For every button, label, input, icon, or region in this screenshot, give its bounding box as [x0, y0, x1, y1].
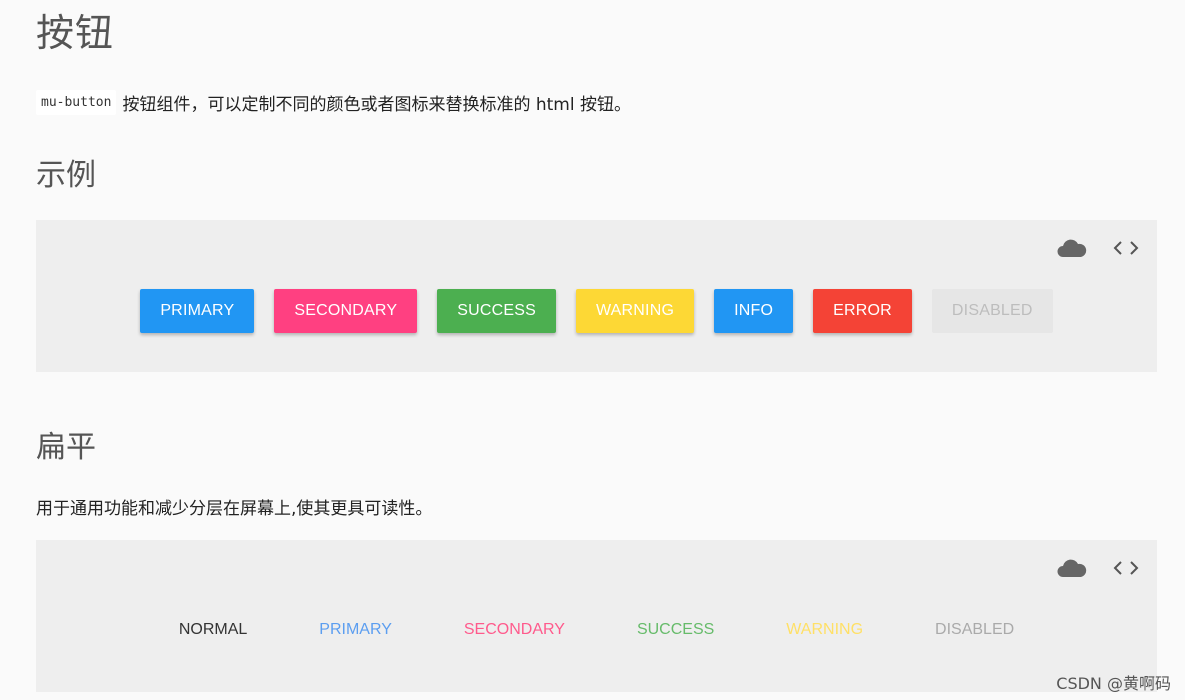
secondary-button[interactable]: SECONDARY [274, 289, 418, 333]
example-demo-box: PRIMARY SECONDARY SUCCESS WARNING INFO ERROR D… [36, 220, 1157, 372]
flat-disabled-button: DISABLED [919, 610, 1030, 650]
cloud-icon[interactable] [1057, 238, 1087, 258]
watermark: CSDN @黄啊码 [1056, 674, 1171, 693]
disabled-button: DISABLED [931, 289, 1053, 333]
docs-page: 按钮 mu-button 按钮组件，可以定制不同的颜色或者图标来替换标准的 ht… [0, 0, 1185, 700]
info-button[interactable]: INFO [714, 289, 794, 333]
flat-secondary-button[interactable]: SECONDARY [448, 610, 581, 650]
warning-button[interactable]: WARNING [575, 289, 695, 333]
cloud-icon[interactable] [1057, 558, 1087, 578]
intro-paragraph: mu-button 按钮组件，可以定制不同的颜色或者图标来替换标准的 html … [36, 90, 631, 115]
flat-warning-button[interactable]: WARNING [770, 610, 879, 650]
flat-normal-button[interactable]: NORMAL [163, 610, 263, 650]
flat-success-button[interactable]: SUCCESS [621, 610, 730, 650]
page-title: 按钮 [36, 11, 115, 55]
intro-text: 按钮组件，可以定制不同的颜色或者图标来替换标准的 html 按钮。 [122, 95, 631, 115]
raised-button-row: PRIMARY SECONDARY SUCCESS WARNING INFO ERROR D… [36, 289, 1157, 333]
flat-button-row: NORMAL PRIMARY SECONDARY SUCCESS WARNING DISA… [36, 610, 1157, 650]
flat-primary-button[interactable]: PRIMARY [303, 610, 408, 650]
error-button[interactable]: ERROR [813, 289, 912, 333]
example-demo-tools [1057, 238, 1139, 258]
flat-demo-tools [1057, 558, 1139, 578]
intro-code-snippet: mu-button [36, 90, 117, 115]
primary-button[interactable]: PRIMARY [140, 289, 255, 333]
success-button[interactable]: SUCCESS [437, 289, 556, 333]
flat-section-description: 用于通用功能和减少分层在屏幕上,使其更具可读性。 [36, 499, 433, 519]
code-icon[interactable] [1113, 239, 1139, 257]
flat-demo-box: NORMAL PRIMARY SECONDARY SUCCESS WARNING DISA… [36, 540, 1157, 692]
code-icon[interactable] [1113, 559, 1139, 577]
flat-section-title: 扁平 [36, 430, 96, 465]
example-section-title: 示例 [36, 158, 96, 193]
